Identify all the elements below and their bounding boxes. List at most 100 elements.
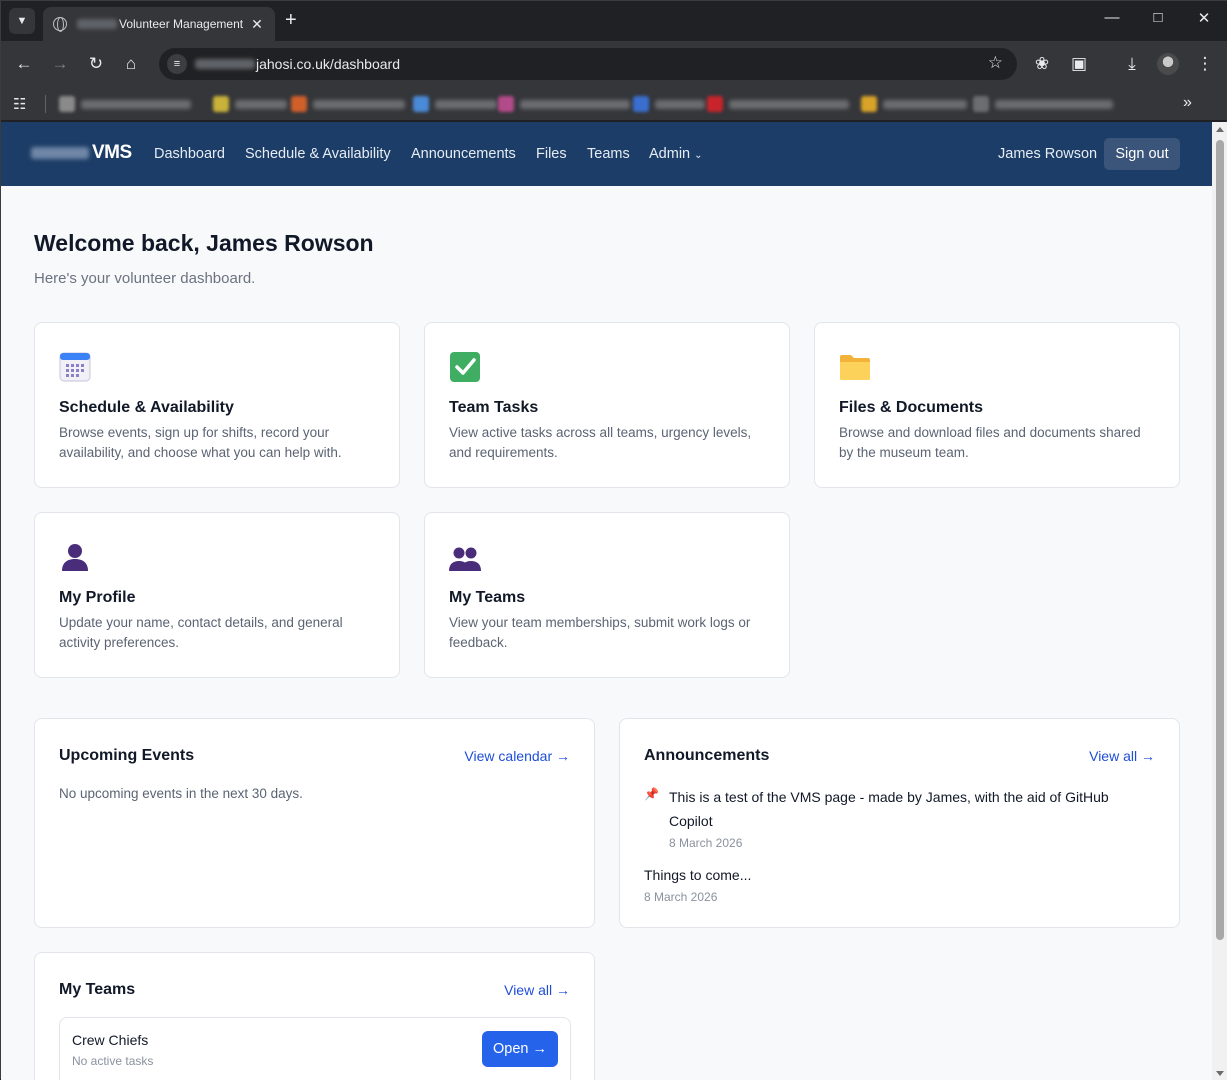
close-icon[interactable]: ✕ (249, 16, 265, 33)
blurred-text (995, 99, 1113, 109)
blurred-text (655, 99, 705, 109)
pin-icon: 📌 (644, 787, 659, 801)
bookmark-favicon (213, 96, 229, 112)
nav-link-teams[interactable]: Teams (587, 146, 630, 162)
team-row: Crew Chiefs No active tasks Open → (59, 1017, 571, 1080)
card-title: Files & Documents (839, 399, 984, 416)
download-icon[interactable]: ⤓ (1121, 53, 1143, 75)
card-my-teams[interactable]: My Teams View your team memberships, sub… (424, 512, 790, 678)
address-bar[interactable]: ≡ jahosi.co.uk/dashboard ☆ (159, 48, 1017, 80)
bookmark-favicon (291, 96, 307, 112)
browser-tab-active[interactable]: Volunteer Management ✕ (43, 7, 275, 41)
panel-title: Upcoming Events (59, 747, 195, 764)
bookmark-item[interactable] (707, 96, 849, 112)
window-close-icon[interactable]: ✕ (1193, 9, 1215, 27)
nav-user-name[interactable]: James Rowson (998, 146, 1097, 162)
site-info-icon[interactable]: ≡ (167, 54, 187, 74)
nav-link-admin[interactable]: Admin ⌄ (649, 146, 703, 162)
announcement-title[interactable]: This is a test of the VMS page - made by… (669, 785, 1139, 833)
browser-titlebar: ▼ Volunteer Management ✕ + — □ ✕ (1, 1, 1227, 41)
bookmark-item[interactable] (861, 96, 967, 112)
bookmark-item[interactable] (413, 96, 497, 112)
new-tab-button[interactable]: + (285, 10, 297, 30)
browser-window: ▼ Volunteer Management ✕ + — □ ✕ ← → ↻ ⌂… (0, 0, 1227, 1080)
bookmark-item[interactable] (291, 96, 405, 112)
extension-puzzle-icon[interactable]: ❀ (1031, 53, 1053, 75)
brand-logo[interactable]: VMS (31, 142, 132, 164)
card-title: My Teams (449, 589, 526, 606)
card-my-profile[interactable]: My Profile Update your name, contact det… (34, 512, 400, 678)
bookmark-item[interactable] (498, 96, 630, 112)
bookmark-favicon (59, 96, 75, 112)
blurred-text (31, 147, 89, 159)
view-all-announcements-link[interactable]: View all → (1089, 748, 1155, 764)
card-description: View your team memberships, submit work … (449, 615, 751, 650)
bookmark-item[interactable] (213, 96, 287, 112)
globe-icon (53, 17, 67, 32)
announcements-panel: Announcements View all → 📌 This is a tes… (619, 718, 1180, 928)
home-icon[interactable]: ⌂ (120, 53, 142, 75)
forward-arrow-icon[interactable]: → (49, 53, 71, 75)
card-schedule-availability[interactable]: Schedule & Availability Browse events, s… (34, 322, 400, 488)
people-icon (449, 547, 481, 571)
person-icon (62, 544, 88, 571)
back-arrow-icon[interactable]: ← (13, 53, 35, 75)
scroll-up-icon[interactable] (1216, 127, 1224, 132)
page-scrollbar[interactable] (1212, 122, 1227, 1080)
card-description: Browse and download files and documents … (839, 425, 1141, 460)
announcement-title[interactable]: Things to come... (644, 863, 751, 887)
card-description: Browse events, sign up for shifts, recor… (59, 425, 342, 460)
card-title: My Profile (59, 589, 136, 606)
scroll-down-icon[interactable] (1216, 1071, 1224, 1076)
scrollbar-thumb[interactable] (1216, 140, 1224, 940)
blurred-text (729, 99, 849, 109)
tab-title: Volunteer Management (119, 17, 244, 31)
calendar-icon (59, 352, 91, 382)
card-team-tasks[interactable]: Team Tasks View active tasks across all … (424, 322, 790, 488)
nav-link-announcements[interactable]: Announcements (411, 146, 516, 162)
empty-state-text: No upcoming events in the next 30 days. (59, 786, 303, 801)
bookmark-favicon (633, 96, 649, 112)
maximize-icon[interactable]: □ (1147, 9, 1169, 26)
blurred-text (435, 99, 497, 109)
bookmark-favicon (498, 96, 514, 112)
page-viewport: VMS Dashboard Schedule & Availability An… (1, 122, 1212, 1080)
blurred-text (313, 99, 405, 109)
view-all-teams-link[interactable]: View all → (504, 982, 570, 998)
minimize-icon[interactable]: — (1101, 9, 1123, 26)
tab-search-button[interactable]: ▼ (9, 8, 35, 34)
extensions-icon[interactable]: ▣ (1068, 53, 1090, 75)
menu-dots-icon[interactable]: ⋮ (1194, 53, 1216, 75)
bookmark-favicon (973, 96, 989, 112)
blurred-text (81, 99, 191, 109)
bookmark-item[interactable] (59, 96, 191, 112)
divider (45, 95, 46, 113)
chevron-down-icon: ⌄ (694, 150, 703, 161)
bookmarks-overflow-icon[interactable]: » (1183, 94, 1192, 112)
brand-text: VMS (92, 142, 132, 163)
blurred-text (235, 99, 287, 109)
card-files-documents[interactable]: Files & Documents Browse and download fi… (814, 322, 1180, 488)
url-text[interactable]: jahosi.co.uk/dashboard (256, 56, 400, 72)
profile-avatar[interactable] (1157, 53, 1179, 75)
card-title: Team Tasks (449, 399, 539, 416)
nav-link-files[interactable]: Files (536, 146, 567, 162)
bookmark-favicon (707, 96, 723, 112)
nav-link-dashboard[interactable]: Dashboard (154, 146, 225, 162)
upcoming-events-panel: Upcoming Events View calendar → No upcom… (34, 718, 595, 928)
blurred-text (77, 19, 117, 29)
sign-out-button[interactable]: Sign out (1104, 138, 1180, 170)
reload-icon[interactable]: ↻ (85, 53, 107, 75)
open-team-button[interactable]: Open → (482, 1031, 558, 1067)
view-calendar-link[interactable]: View calendar → (464, 748, 570, 764)
my-teams-panel: My Teams View all → Crew Chiefs No activ… (34, 952, 595, 1080)
announcement-date: 8 March 2026 (669, 836, 743, 850)
bookmark-favicon (413, 96, 429, 112)
star-icon[interactable]: ☆ (988, 53, 1003, 73)
bookmark-item[interactable] (973, 96, 1113, 112)
apps-grid-icon[interactable]: ☷ (13, 95, 26, 113)
nav-link-schedule[interactable]: Schedule & Availability (245, 146, 391, 162)
page-subtitle: Here's your volunteer dashboard. (34, 270, 256, 287)
blurred-text (883, 99, 967, 109)
bookmark-item[interactable] (633, 96, 705, 112)
